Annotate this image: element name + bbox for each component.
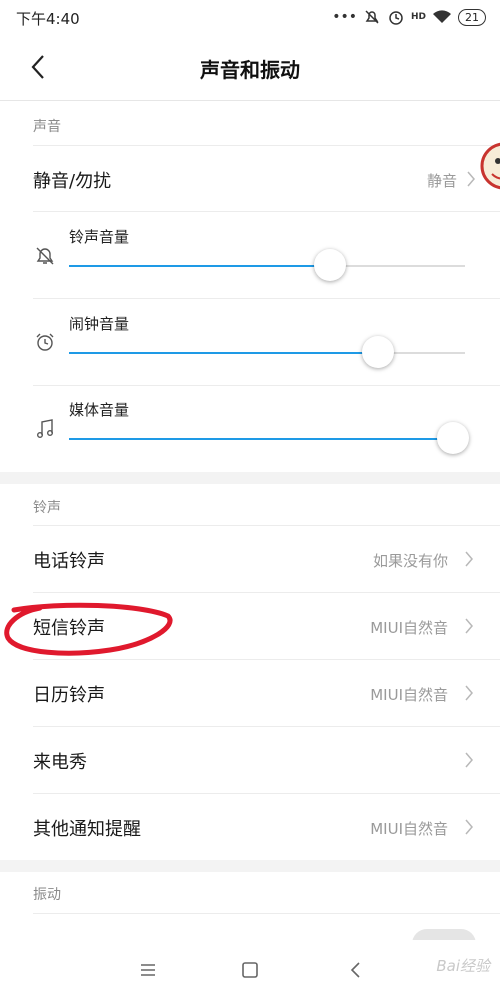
- network-label: HD: [410, 12, 426, 22]
- home-square-icon[interactable]: [238, 958, 262, 982]
- ringtone-row-value: 如果没有你: [372, 552, 448, 570]
- alarm-volume-row: 闹钟音量: [0, 299, 500, 385]
- ringtone-row-label: 其他通知提醒: [33, 819, 141, 840]
- chevron-right-icon: [465, 685, 473, 701]
- ringtone-row-value: MIUI自然音: [370, 619, 448, 637]
- watermark-text: Bai经验: [436, 957, 490, 975]
- ringtone-row-value: MIUI自然音: [370, 820, 448, 838]
- alarm-volume-fill: [69, 352, 378, 354]
- alarm-volume-thumb[interactable]: [361, 336, 394, 368]
- chevron-right-icon: [465, 752, 473, 768]
- ringtone-row-phone[interactable]: 电话铃声 如果没有你: [0, 526, 500, 592]
- status-bar: 下午4:40 ••• HD 21: [0, 0, 500, 34]
- ringer-volume-label: 铃声音量: [69, 228, 130, 246]
- back-nav-icon[interactable]: [344, 958, 368, 982]
- title-bar: 声音和振动: [0, 34, 500, 100]
- media-volume-row: 媒体音量: [0, 386, 500, 472]
- ringer-volume-thumb[interactable]: [314, 249, 347, 281]
- media-volume-slider[interactable]: [69, 422, 470, 454]
- chevron-right-icon: [465, 551, 473, 567]
- music-note-icon: [37, 419, 53, 438]
- ringer-volume-row: 铃声音量: [0, 212, 500, 298]
- ringtone-row-label: 电话铃声: [33, 551, 105, 572]
- ringtone-row-other-notification[interactable]: 其他通知提醒 MIUI自然音: [0, 794, 500, 860]
- media-volume-thumb[interactable]: [437, 422, 470, 454]
- more-dots-icon: •••: [332, 9, 357, 25]
- chevron-right-icon: [465, 618, 473, 634]
- section-header-sound: 声音: [33, 119, 61, 135]
- ringtone-row-label: 来电秀: [33, 752, 87, 773]
- alarm-clock-icon: [36, 333, 54, 351]
- section-gap: [0, 472, 500, 484]
- navigation-bar: [0, 940, 500, 1000]
- ringer-volume-fill: [69, 265, 331, 267]
- silent-dnd-value: 静音: [426, 172, 457, 190]
- alarm-status-icon: [389, 11, 403, 25]
- ringtone-row-calendar[interactable]: 日历铃声 MIUI自然音: [0, 660, 500, 726]
- media-volume-label: 媒体音量: [69, 401, 130, 419]
- divider: [0, 100, 500, 101]
- red-circle-annotation: [4, 602, 173, 656]
- silent-dnd-row[interactable]: 静音/勿扰 静音: [0, 146, 500, 212]
- section-header-vibration: 振动: [33, 887, 61, 903]
- alarm-volume-slider[interactable]: [69, 336, 465, 368]
- ringtone-row-value: MIUI自然音: [370, 686, 448, 704]
- status-time: 下午4:40: [16, 10, 80, 28]
- status-icons: ••• HD 21: [332, 6, 486, 28]
- page-title: 声音和振动: [200, 58, 300, 82]
- ringer-volume-slider[interactable]: [69, 249, 465, 281]
- silent-dnd-label: 静音/勿扰: [33, 171, 112, 192]
- divider: [33, 913, 500, 914]
- section-header-ringtone: 铃声: [33, 500, 61, 516]
- section-gap: [0, 860, 500, 872]
- media-volume-fill: [69, 438, 454, 440]
- cartoon-sticker-icon: [480, 142, 500, 190]
- wifi-icon: [433, 10, 451, 23]
- alarm-volume-label: 闹钟音量: [69, 315, 130, 333]
- chevron-right-icon: [467, 171, 475, 187]
- ringtone-row-label: 日历铃声: [33, 685, 105, 706]
- ringtone-row-caller-show[interactable]: 来电秀: [0, 727, 500, 793]
- bell-mute-status-icon: [365, 10, 379, 24]
- chevron-right-icon: [465, 819, 473, 835]
- bell-off-icon: [36, 247, 54, 265]
- battery-indicator: 21: [458, 8, 486, 26]
- menu-icon[interactable]: [136, 958, 160, 982]
